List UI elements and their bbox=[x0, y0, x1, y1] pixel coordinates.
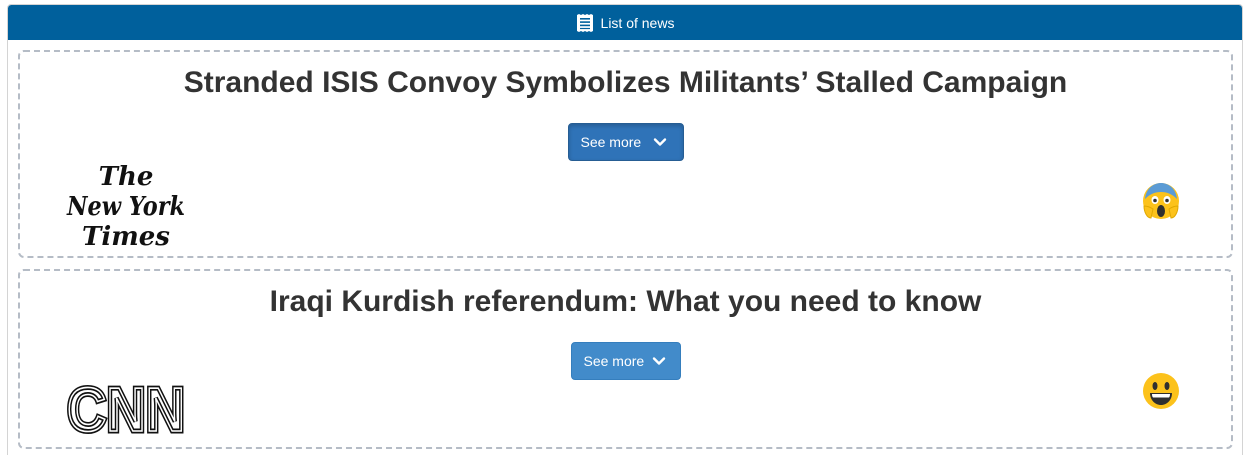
panel-title: List of news bbox=[600, 14, 675, 31]
news-title: Iraqi Kurdish referendum: What you need … bbox=[269, 285, 982, 318]
svg-text:The: The bbox=[99, 162, 154, 192]
news-item: Iraqi Kurdish referendum: What you need … bbox=[18, 269, 1233, 449]
see-more-button[interactable]: See more bbox=[567, 123, 684, 161]
see-more-button[interactable]: See more bbox=[570, 342, 681, 380]
cnn-logo: CNN CNN bbox=[65, 374, 188, 448]
svg-text:Times: Times bbox=[82, 222, 170, 249]
see-more-label: See more bbox=[583, 353, 645, 369]
chevron-down-icon bbox=[653, 135, 667, 149]
chevron-down-icon bbox=[652, 354, 666, 368]
news-panel: List of news Stranded ISIS Convoy Symbol… bbox=[7, 4, 1243, 455]
see-more-label: See more bbox=[580, 134, 642, 150]
svg-text:CNN: CNN bbox=[67, 379, 185, 437]
svg-text:New York: New York bbox=[66, 192, 185, 222]
list-icon bbox=[576, 13, 594, 32]
nytimes-logo: The New York Times bbox=[65, 159, 187, 254]
news-item: Stranded ISIS Convoy Symbolizes Militant… bbox=[18, 50, 1233, 258]
grinning-face-emoji bbox=[1142, 372, 1180, 410]
screaming-face-emoji bbox=[1142, 182, 1180, 220]
news-title: Stranded ISIS Convoy Symbolizes Militant… bbox=[183, 66, 1068, 99]
panel-header: List of news bbox=[8, 5, 1242, 40]
